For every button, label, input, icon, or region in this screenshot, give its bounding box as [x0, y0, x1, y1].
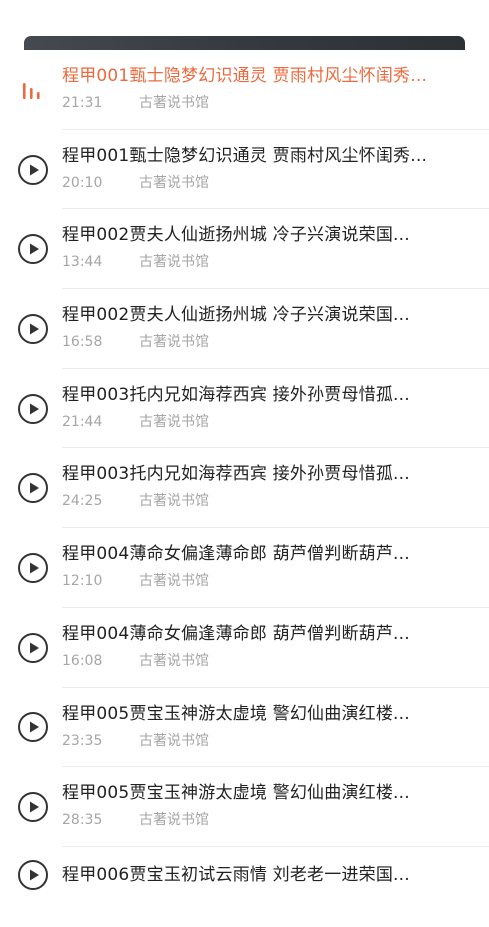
episode-item[interactable]: 程甲004薄命女偏逢薄命郎 葫芦僧判断葫芦... 16:08 古著说书馆	[0, 608, 489, 688]
episode-title: 程甲002贾夫人仙逝扬州城 冷子兴演说荣国...	[62, 305, 410, 326]
episode-item[interactable]: 程甲002贾夫人仙逝扬州城 冷子兴演说荣国... 16:58 古著说书馆	[0, 289, 489, 369]
playing-bars-icon	[23, 82, 40, 99]
episode-title: 程甲005贾宝玉神游太虚境 警幻仙曲演红楼...	[62, 783, 410, 804]
episode-title: 程甲001甄士隐梦幻识通灵 贾雨村风尘怀闺秀...	[62, 145, 428, 166]
episode-item-playing[interactable]: 程甲001甄士隐梦幻识通灵 贾雨村风尘怀闺秀... 21:31 古著说书馆	[0, 50, 489, 130]
episode-author: 古著说书馆	[139, 413, 209, 430]
player-top-bar	[24, 36, 465, 50]
episode-item[interactable]: 程甲003托内兄如海荐西宾 接外孙贾母惜孤... 21:44 古著说书馆	[0, 369, 489, 449]
play-circle-icon[interactable]	[17, 711, 49, 743]
episode-item[interactable]: 程甲001甄士隐梦幻识通灵 贾雨村风尘怀闺秀... 20:10 古著说书馆	[0, 130, 489, 210]
episode-duration: 13:44	[62, 254, 103, 271]
episode-title: 程甲004薄命女偏逢薄命郎 葫芦僧判断葫芦...	[62, 623, 410, 644]
episode-author: 古著说书馆	[139, 334, 209, 351]
episode-duration: 28:35	[62, 812, 103, 829]
episode-duration: 20:10	[62, 174, 103, 191]
play-circle-icon[interactable]	[17, 154, 49, 186]
episode-duration: 16:08	[62, 652, 103, 669]
episode-author: 古著说书馆	[139, 493, 209, 510]
episode-author: 古著说书馆	[139, 652, 209, 669]
episode-item[interactable]: 程甲005贾宝玉神游太虚境 警幻仙曲演红楼... 28:35 古著说书馆	[0, 767, 489, 847]
episode-author: 古著说书馆	[139, 95, 209, 111]
episode-list: 程甲001甄士隐梦幻识通灵 贾雨村风尘怀闺秀... 21:31 古著说书馆 程甲…	[0, 50, 489, 927]
episode-author: 古著说书馆	[139, 812, 209, 829]
episode-title: 程甲005贾宝玉神游太虚境 警幻仙曲演红楼...	[62, 703, 410, 724]
play-circle-icon[interactable]	[17, 472, 49, 504]
episode-author: 古著说书馆	[139, 254, 209, 271]
episode-duration: 12:10	[62, 573, 103, 590]
episode-title: 程甲003托内兄如海荐西宾 接外孙贾母惜孤...	[62, 464, 410, 485]
episode-title: 程甲004薄命女偏逢薄命郎 葫芦僧判断葫芦...	[62, 544, 410, 565]
episode-item[interactable]: 程甲005贾宝玉神游太虚境 警幻仙曲演红楼... 23:35 古著说书馆	[0, 688, 489, 768]
episode-duration: 21:44	[62, 413, 103, 430]
episode-item[interactable]: 程甲004薄命女偏逢薄命郎 葫芦僧判断葫芦... 12:10 古著说书馆	[0, 528, 489, 608]
episode-item[interactable]: 程甲002贾夫人仙逝扬州城 冷子兴演说荣国... 13:44 古著说书馆	[0, 209, 489, 290]
episode-author: 古著说书馆	[139, 732, 209, 749]
play-circle-icon[interactable]	[17, 552, 49, 584]
episode-title: 程甲002贾夫人仙逝扬州城 冷子兴演说荣国...	[62, 225, 410, 246]
play-circle-icon[interactable]	[17, 393, 49, 425]
episode-duration: 16:58	[62, 334, 103, 351]
episode-duration: 24:25	[62, 493, 103, 510]
episode-title: 程甲003托内兄如海荐西宾 接外孙贾母惜孤...	[62, 384, 410, 405]
episode-item[interactable]: 程甲003托内兄如海荐西宾 接外孙贾母惜孤... 24:25 古著说书馆	[0, 448, 489, 529]
episode-author: 古著说书馆	[139, 573, 209, 590]
play-circle-icon[interactable]	[17, 791, 49, 823]
episode-item[interactable]: 程甲006贾宝玉初试云雨情 刘老老一进荣国...	[0, 847, 489, 927]
episode-author: 古著说书馆	[139, 174, 209, 191]
episode-duration: 23:35	[62, 732, 103, 749]
episode-title: 程甲001甄士隐梦幻识通灵 贾雨村风尘怀闺秀...	[62, 66, 428, 86]
play-circle-icon[interactable]	[17, 632, 49, 664]
play-circle-icon[interactable]	[17, 233, 49, 265]
play-circle-icon[interactable]	[17, 313, 49, 345]
episode-duration: 21:31	[62, 95, 103, 111]
